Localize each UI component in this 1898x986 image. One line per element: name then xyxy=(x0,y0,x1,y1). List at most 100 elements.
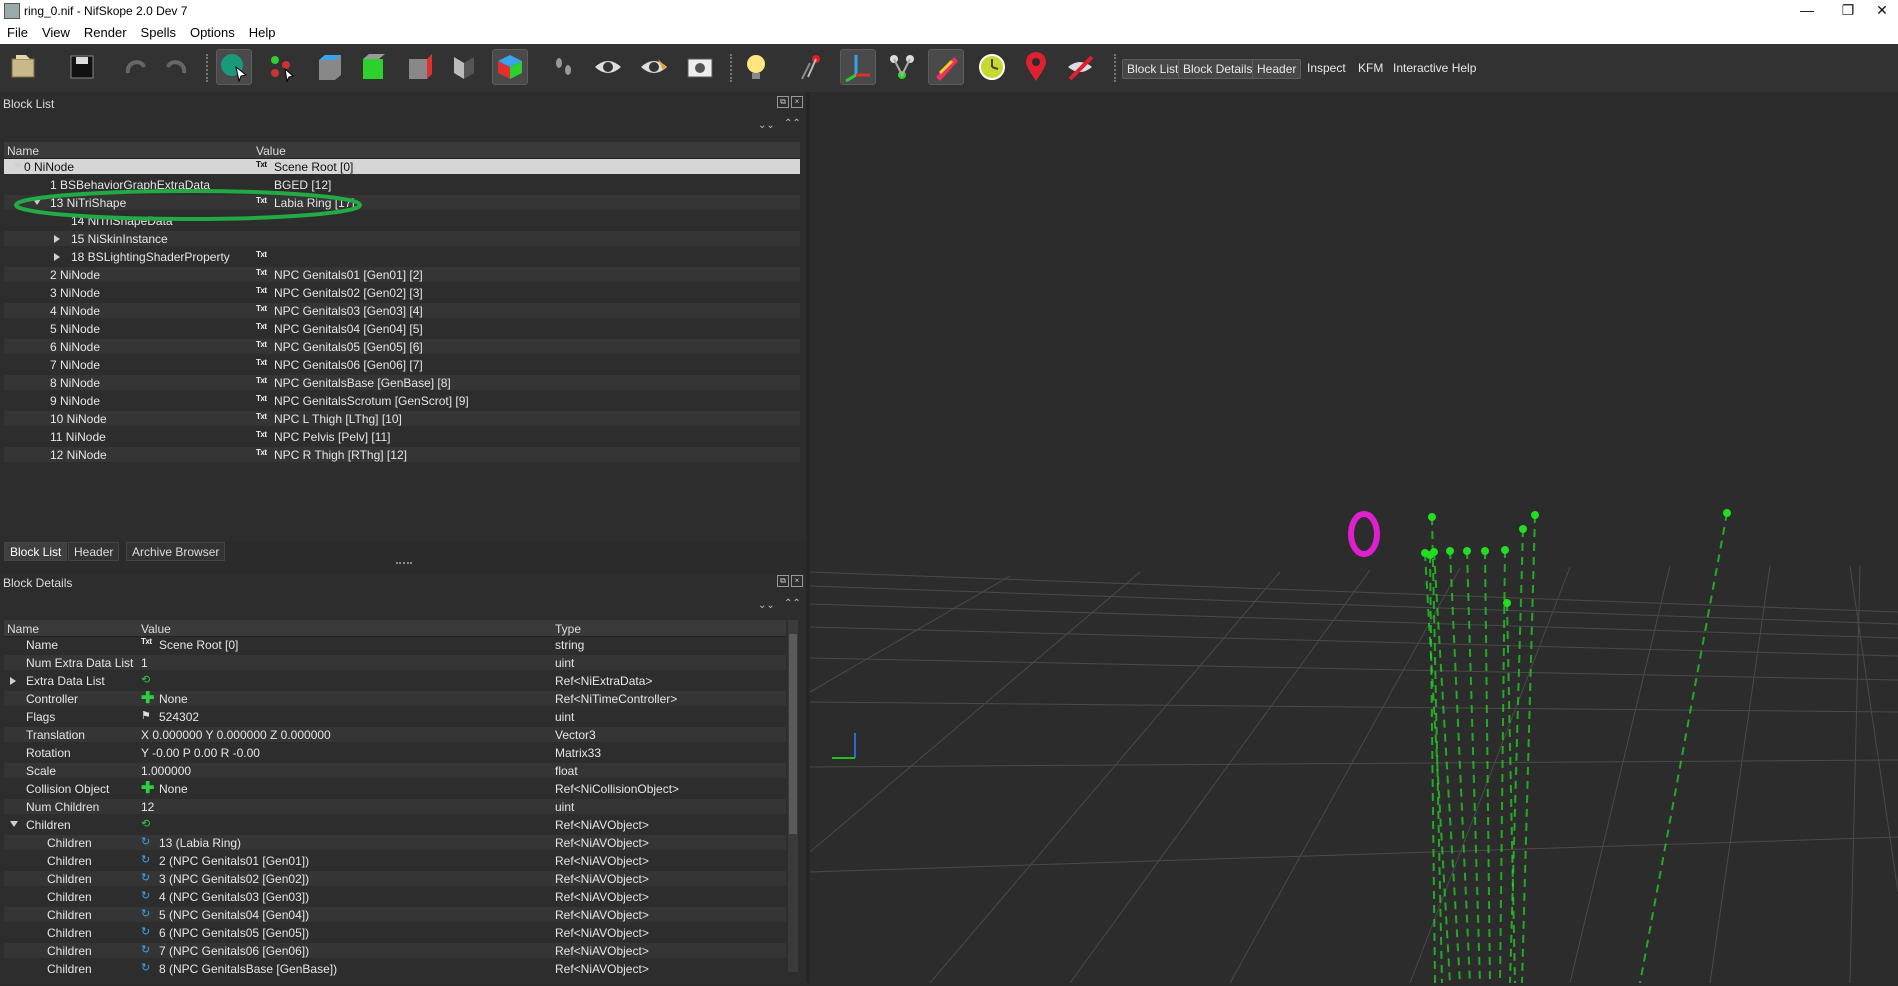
detail-row[interactable]: Children ↻ 8 (NPC GenitalsBase [GenBase]) R… xyxy=(4,961,786,976)
hide-markers-icon[interactable] xyxy=(1062,49,1098,85)
block-list-toggle[interactable]: Block List xyxy=(1122,59,1184,79)
lighting-icon[interactable] xyxy=(738,49,774,85)
expanded-arrow-icon[interactable] xyxy=(10,821,18,827)
tree-row[interactable]: 15 NiSkinInstance xyxy=(4,231,800,246)
select-object-icon[interactable] xyxy=(216,49,252,85)
header-toggle[interactable]: Header xyxy=(1252,59,1302,79)
column-type-header[interactable]: Type xyxy=(555,622,581,636)
detail-row[interactable]: Translation X 0.000000 Y 0.000000 Z 0.000… xyxy=(4,727,786,742)
vertical-scrollbar[interactable] xyxy=(788,620,798,972)
menu-render[interactable]: Render xyxy=(77,22,134,40)
tree-row[interactable]: 9 NiNode Txt NPC GenitalsScrotum [GenScrot… xyxy=(4,393,800,408)
detail-row[interactable]: Flags ⚑ 524302 uint xyxy=(4,709,786,724)
tree-row[interactable]: 1 BSBehaviorGraphExtraData BGED [12] xyxy=(4,177,800,192)
tree-row[interactable]: 18 BSLightingShaderProperty Txt xyxy=(4,249,800,264)
detail-row[interactable]: Scale 1.000000 float xyxy=(4,763,786,778)
detail-row[interactable]: Extra Data List ⟲ Ref<NiExtraData> xyxy=(4,673,786,688)
toolbar-grip[interactable] xyxy=(730,54,736,82)
view-front-icon[interactable] xyxy=(356,49,392,85)
tree-row[interactable]: 12 NiNode Txt NPC R Thigh [RThg] [12] xyxy=(4,447,800,462)
expanded-arrow-icon[interactable] xyxy=(33,199,41,205)
collapse-all-icon[interactable]: ⌄⌄ xyxy=(758,600,775,611)
menu-file[interactable]: File xyxy=(0,22,35,40)
detail-row[interactable]: Collision Object ✚ None Ref<NiCollisionObje… xyxy=(4,780,786,797)
tree-row[interactable]: 14 NiTriShapeData xyxy=(4,213,800,228)
detail-row[interactable]: Children ⟲ Ref<NiAVObject> xyxy=(4,817,786,832)
screenshot-icon[interactable] xyxy=(682,49,718,85)
marker-icon[interactable] xyxy=(1018,49,1054,85)
minimize-button[interactable]: — xyxy=(1784,0,1830,22)
tree-row[interactable]: 11 NiNode Txt NPC Pelvis [Pelv] [11] xyxy=(4,429,800,444)
kfm-toggle[interactable]: KFM xyxy=(1354,59,1387,77)
detail-row[interactable]: Children ↻ 6 (NPC Genitals05 [Gen05]) Ref<N… xyxy=(4,925,786,940)
close-panel-icon[interactable]: × xyxy=(791,575,803,587)
expand-all-icon[interactable]: ⌃⌃ xyxy=(784,598,801,609)
redo-icon[interactable] xyxy=(158,49,194,85)
detail-row[interactable]: Children ↻ 5 (NPC Genitals04 [Gen04]) Ref<N… xyxy=(4,907,786,922)
detail-row[interactable]: Num Extra Data List 1 uint xyxy=(4,655,786,670)
menu-help[interactable]: Help xyxy=(242,22,283,40)
detail-row[interactable]: Name Txt Scene Root [0] string xyxy=(4,637,786,652)
tree-row[interactable]: 2 NiNode Txt NPC Genitals01 [Gen01] [2] xyxy=(4,267,800,282)
render-viewport[interactable] xyxy=(809,92,1898,984)
detail-row[interactable]: Children ↻ 4 (NPC Genitals03 [Gen03]) Ref<N… xyxy=(4,889,786,904)
tree-row[interactable]: 8 NiNode Txt NPC GenitalsBase [GenBase] [8… xyxy=(4,375,800,390)
vertex-colors-icon[interactable] xyxy=(928,49,964,85)
save-icon[interactable] xyxy=(64,49,100,85)
close-button[interactable]: ✕ xyxy=(1866,0,1898,22)
expanded-arrow-icon[interactable] xyxy=(14,163,22,169)
detail-row[interactable]: Num Children 12 uint xyxy=(4,799,786,814)
show-axes-icon[interactable] xyxy=(796,49,832,85)
view-side-icon[interactable] xyxy=(402,49,438,85)
tree-row[interactable]: 3 NiNode Txt NPC Genitals02 [Gen02] [3] xyxy=(4,285,800,300)
tree-row[interactable]: 13 NiTriShape Txt Labia Ring [17] xyxy=(4,195,800,210)
select-vertex-icon[interactable] xyxy=(264,49,300,85)
tree-row[interactable]: 0 NiNode Txt Scene Root [0] xyxy=(4,159,800,174)
menu-options[interactable]: Options xyxy=(183,22,242,40)
view-top-icon[interactable] xyxy=(312,49,348,85)
detail-row[interactable]: Children ↻ 2 (NPC Genitals01 [Gen01]) Ref<N… xyxy=(4,853,786,868)
float-panel-icon[interactable]: ⧉ xyxy=(777,575,789,587)
tab-header[interactable]: Header xyxy=(68,542,120,561)
menu-spells[interactable]: Spells xyxy=(134,22,183,40)
splitter-handle[interactable] xyxy=(396,562,412,564)
menu-view[interactable]: View xyxy=(35,22,77,40)
detail-row[interactable]: Children ↻ 13 (Labia Ring) Ref<NiAVObject> xyxy=(4,835,786,850)
collapsed-arrow-icon[interactable] xyxy=(54,235,60,243)
collapsed-arrow-icon[interactable] xyxy=(10,677,16,685)
tab-block-list[interactable]: Block List xyxy=(4,542,68,561)
tab-archive-browser[interactable]: Archive Browser xyxy=(126,542,226,561)
tree-row[interactable]: 5 NiNode Txt NPC Genitals04 [Gen04] [5] xyxy=(4,321,800,336)
load-icon[interactable] xyxy=(6,49,42,85)
toolbar-grip[interactable] xyxy=(1114,54,1120,82)
float-panel-icon[interactable]: ⧉ xyxy=(777,96,789,108)
collapse-all-icon[interactable]: ⌄⌄ xyxy=(758,120,775,131)
toolbar-grip[interactable] xyxy=(206,54,212,82)
column-name-header[interactable]: Name xyxy=(7,622,39,636)
show-nodes-icon[interactable] xyxy=(636,49,672,85)
view-user-icon[interactable] xyxy=(492,49,528,85)
skeleton-icon[interactable] xyxy=(884,49,920,85)
column-value-header[interactable]: Value xyxy=(141,622,171,636)
detail-row[interactable]: Children ↻ 3 (NPC Genitals02 [Gen02]) Ref<N… xyxy=(4,871,786,886)
inspect-toggle[interactable]: Inspect xyxy=(1303,59,1350,77)
detail-row[interactable]: Controller ✚ None Ref<NiTimeController> xyxy=(4,690,786,707)
undo-icon[interactable] xyxy=(118,49,154,85)
detail-row[interactable]: Rotation Y -0.00 P 0.00 R -0.00 Matrix33 xyxy=(4,745,786,760)
tree-row[interactable]: 10 NiNode Txt NPC L Thigh [LThg] [10] xyxy=(4,411,800,426)
restore-button[interactable]: ❐ xyxy=(1825,0,1871,22)
time-icon[interactable] xyxy=(974,49,1010,85)
detail-row[interactable]: Children ↻ 7 (NPC Genitals06 [Gen06]) Ref<N… xyxy=(4,943,786,958)
collapsed-arrow-icon[interactable] xyxy=(54,253,60,261)
close-panel-icon[interactable]: × xyxy=(791,96,803,108)
walk-icon[interactable] xyxy=(546,49,582,85)
block-details-toggle[interactable]: Block Details xyxy=(1178,59,1258,79)
expand-all-icon[interactable]: ⌃⌃ xyxy=(784,118,801,129)
view-perspective-icon[interactable] xyxy=(446,49,482,85)
show-hidden-icon[interactable] xyxy=(590,49,626,85)
transform-axes-icon[interactable] xyxy=(840,49,876,85)
tree-row[interactable]: 4 NiNode Txt NPC Genitals03 [Gen03] [4] xyxy=(4,303,800,318)
interactive-help-toggle[interactable]: Interactive Help xyxy=(1389,59,1480,77)
column-name-header[interactable]: Name xyxy=(7,144,39,158)
tree-row[interactable]: 6 NiNode Txt NPC Genitals05 [Gen05] [6] xyxy=(4,339,800,354)
